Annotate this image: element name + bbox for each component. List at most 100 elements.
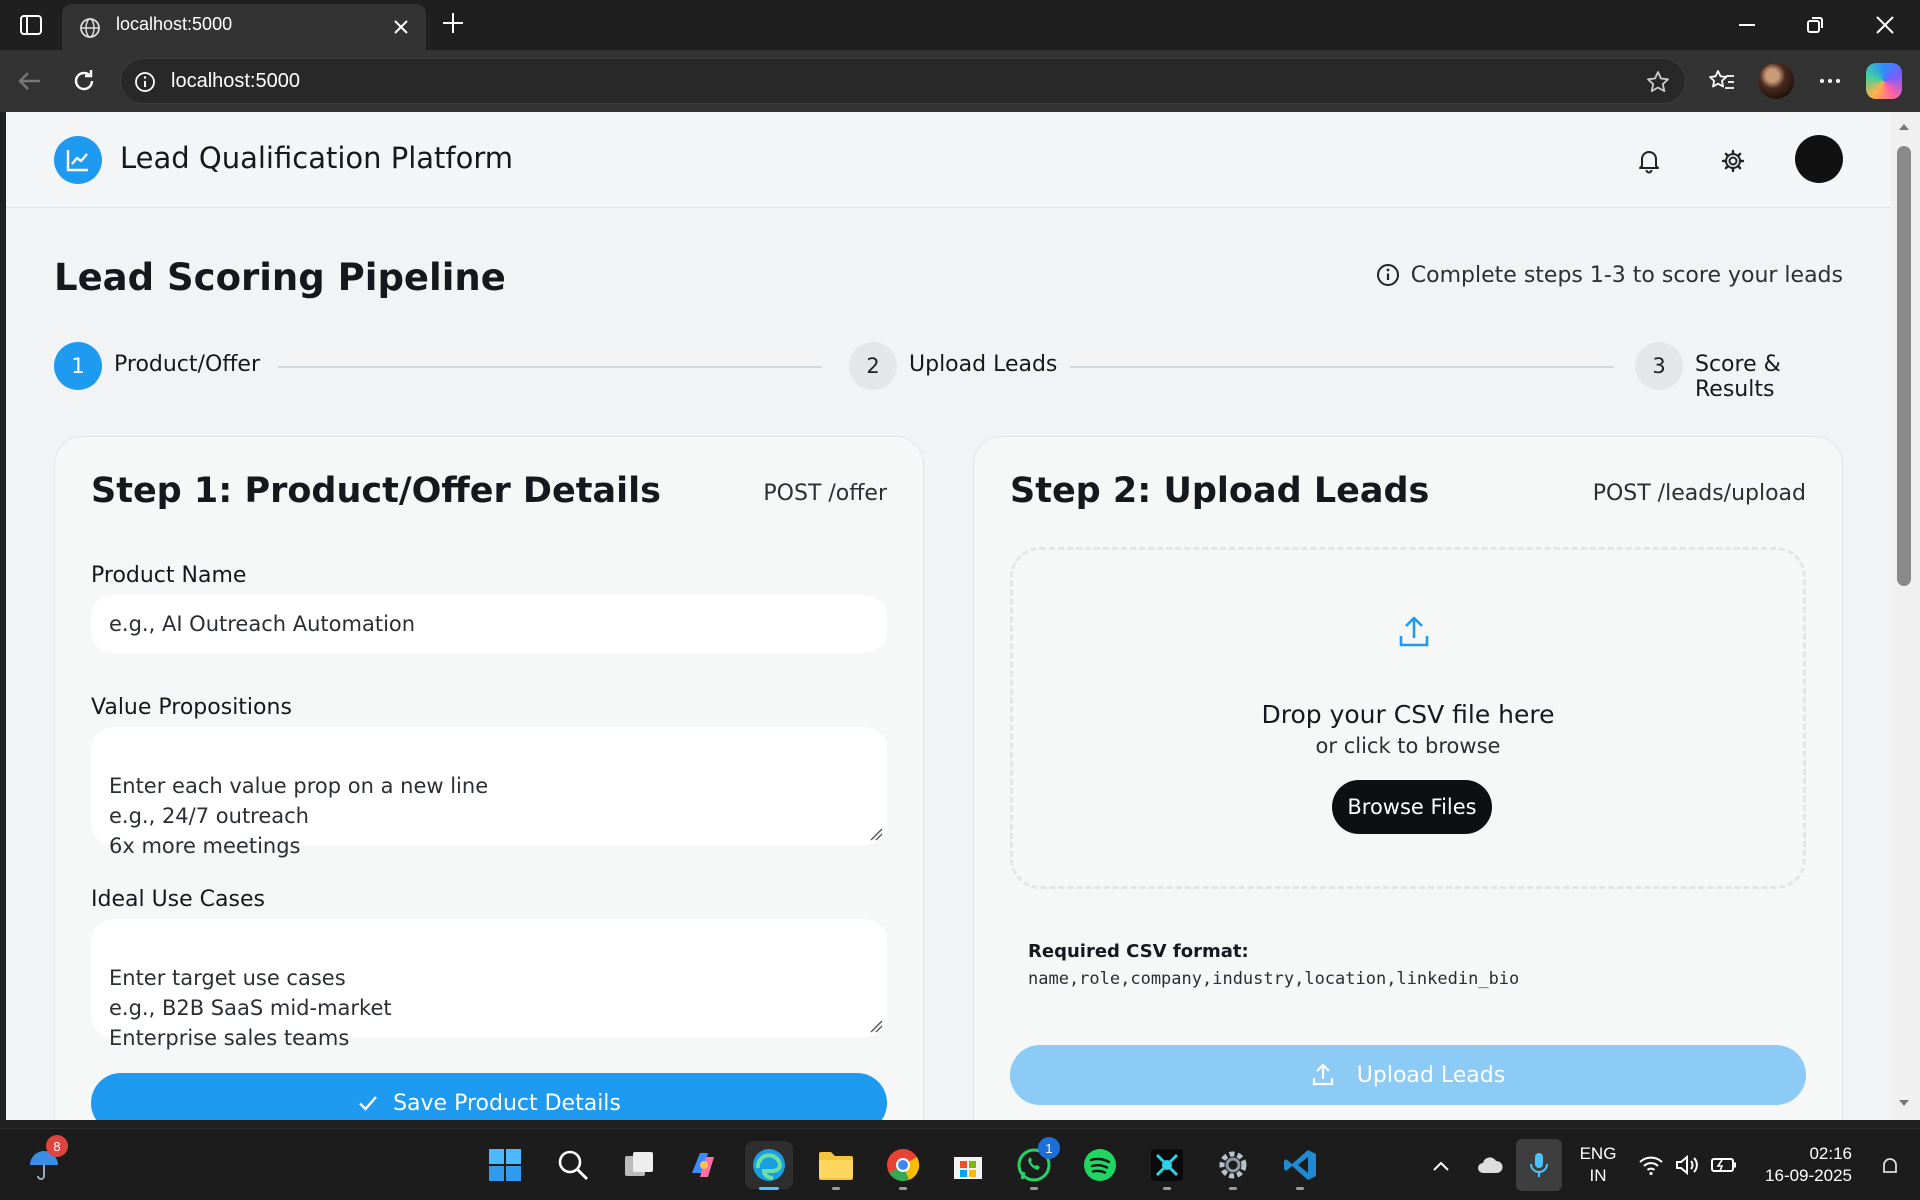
store-icon [954,1157,982,1179]
endpoint-label: POST /leads/upload [1592,481,1806,506]
back-icon[interactable] [14,65,46,97]
volume-icon[interactable] [1674,1153,1700,1177]
scroll-thumb[interactable] [1897,146,1911,586]
scroll-down-icon[interactable] [1897,1096,1911,1110]
refresh-icon[interactable] [68,65,100,97]
game-icon [1151,1149,1183,1181]
step-connector [278,366,822,368]
notification-icon[interactable] [1880,1157,1900,1177]
product-name-label: Product Name [91,563,247,588]
region-code: IN [1589,1166,1607,1185]
bell-icon[interactable] [1636,148,1662,174]
more-options-icon[interactable] [1814,65,1846,97]
hint-text: Complete steps 1-3 to score your leads [1410,262,1843,288]
browser-titlebar: localhost:5000 [0,0,1920,50]
resize-grip-icon[interactable] [869,1019,883,1033]
weather-badge: 8 [46,1135,68,1157]
file-explorer-app[interactable] [812,1141,860,1190]
close-window-icon[interactable] [1872,12,1898,38]
search-button[interactable] [549,1141,597,1189]
profile-avatar[interactable] [1758,63,1794,99]
start-button[interactable] [481,1141,529,1189]
browse-files-button[interactable]: Browse Files [1332,780,1492,834]
gear-icon[interactable] [1720,148,1746,174]
edge-app[interactable] [745,1141,793,1190]
value-props-label: Value Propositions [91,695,292,720]
chart-logo-icon [54,136,102,184]
upload-leads-button[interactable]: Upload Leads [1010,1045,1806,1105]
vscode-app[interactable] [1276,1141,1324,1190]
upload-icon [1399,616,1429,647]
address-bar[interactable]: localhost:5000 [120,58,1686,104]
csv-dropzone[interactable]: Drop your CSV file here or click to brow… [1010,547,1806,889]
edge-icon [753,1149,785,1181]
favorites-icon[interactable] [1706,65,1738,97]
step-1-circle[interactable]: 1 [54,342,102,390]
cloud-icon[interactable] [1476,1153,1504,1177]
minimize-icon[interactable] [1734,12,1760,38]
task-view-button[interactable] [615,1141,663,1189]
value-props-textarea[interactable]: Enter each value prop on a new line e.g.… [91,727,887,858]
page-scrollbar[interactable] [1891,112,1920,1120]
browser-toolbar: localhost:5000 [0,50,1920,112]
csv-format-label: Required CSV format: [1028,941,1249,962]
info-icon [1376,264,1399,286]
whatsapp-badge: 1 [1038,1137,1060,1159]
tab-actions-icon[interactable] [18,12,44,38]
step-1-label[interactable]: Product/Offer [114,352,260,377]
spotify-icon [1084,1149,1116,1181]
step-2-label[interactable]: Upload Leads [909,352,1057,377]
step-3-label[interactable]: Score & Results [1695,352,1843,402]
pipeline-hint: Complete steps 1-3 to score your leads [1375,262,1843,288]
spotify-app[interactable] [1076,1141,1124,1189]
favorite-star-icon[interactable] [1645,69,1671,95]
clock-time: 02:16 [1809,1144,1852,1163]
endpoint-label: POST /offer [763,481,887,506]
step-3-circle[interactable]: 3 [1635,342,1683,390]
store-app[interactable] [944,1141,992,1189]
scroll-up-icon[interactable] [1897,120,1911,134]
use-cases-textarea[interactable]: Enter target use cases e.g., B2B SaaS mi… [91,919,887,1050]
drop-title: Drop your CSV file here [1261,700,1555,729]
battery-icon[interactable] [1710,1154,1738,1176]
use-cases-label: Ideal Use Cases [91,887,265,912]
user-avatar[interactable] [1795,135,1843,183]
clock[interactable]: 02:16 16-09-2025 [1752,1143,1852,1187]
app-header: Lead Qualification Platform [6,112,1891,208]
resize-grip-icon[interactable] [869,827,883,841]
vscode-icon [1284,1150,1316,1180]
page-title: Lead Scoring Pipeline [54,256,506,299]
site-info-icon[interactable] [133,70,157,94]
restore-icon[interactable] [1802,12,1828,38]
close-tab-icon[interactable] [390,16,412,38]
chrome-app[interactable] [879,1141,927,1190]
card-title: Step 1: Product/Offer Details [91,471,661,511]
weather-widget[interactable]: 8 [20,1135,68,1189]
clock-date: 16-09-2025 [1765,1166,1852,1185]
game-app[interactable] [1143,1141,1191,1190]
settings-gear-icon [1219,1151,1247,1179]
new-tab-icon[interactable] [440,10,466,36]
url-text: localhost:5000 [171,70,300,92]
upload-button-label: Upload Leads [1356,1062,1506,1088]
copilot-app[interactable] [680,1141,728,1189]
browser-tab[interactable]: localhost:5000 [62,4,426,50]
chevron-up-icon[interactable] [1430,1155,1452,1177]
step-2-circle[interactable]: 2 [849,342,897,390]
save-product-button[interactable]: Save Product Details [91,1073,887,1120]
product-name-input[interactable]: e.g., AI Outreach Automation [91,595,887,653]
drop-subtitle: or click to browse [1315,734,1501,758]
windows-icon [489,1149,521,1181]
language-indicator[interactable]: ENG IN [1576,1143,1620,1187]
language-code: ENG [1579,1144,1617,1163]
tab-title: localhost:5000 [116,14,233,34]
save-button-label: Save Product Details [393,1090,621,1116]
settings-app[interactable] [1209,1141,1257,1190]
whatsapp-app[interactable]: 1 [1010,1137,1060,1190]
copilot-icon[interactable] [1866,63,1902,99]
task-view-icon [625,1152,653,1176]
globe-icon [80,18,100,38]
wifi-icon[interactable] [1638,1153,1664,1177]
product-offer-card: Step 1: Product/Offer Details POST /offe… [54,436,924,1120]
microphone-button[interactable] [1516,1139,1562,1191]
